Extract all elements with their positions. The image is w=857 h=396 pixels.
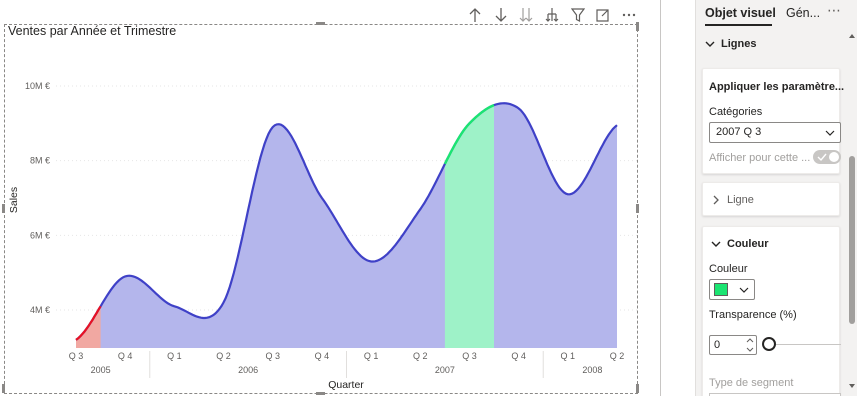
color-picker[interactable] bbox=[709, 279, 755, 300]
categories-dropdown-value: 2007 Q 3 bbox=[716, 126, 762, 138]
scroll-down-icon[interactable] bbox=[848, 382, 856, 390]
ligne-card: Ligne bbox=[702, 182, 840, 216]
tab-general[interactable]: Gén... bbox=[786, 6, 820, 20]
section-lignes-label: Lignes bbox=[721, 38, 757, 50]
categories-dropdown[interactable]: 2007 Q 3 bbox=[709, 122, 841, 143]
pane-scrollbar[interactable] bbox=[848, 30, 856, 396]
active-tab-indicator bbox=[705, 24, 772, 26]
resize-handle-top[interactable] bbox=[316, 22, 325, 25]
chevron-down-icon bbox=[705, 41, 715, 47]
checkmark-icon bbox=[817, 153, 827, 162]
scroll-thumb[interactable] bbox=[849, 156, 855, 324]
more-options-icon[interactable] bbox=[616, 4, 642, 26]
categories-label: Catégories bbox=[709, 106, 763, 118]
transparency-slider-track[interactable] bbox=[769, 344, 841, 345]
chevron-down-icon bbox=[739, 287, 749, 293]
double-arrow-down-icon[interactable] bbox=[513, 4, 539, 26]
toggle-knob bbox=[829, 152, 839, 162]
ligne-section-header[interactable]: Ligne bbox=[709, 193, 754, 207]
resize-handle-bottom-right[interactable] bbox=[636, 384, 639, 393]
couleur-card: Couleur Couleur Transparence (%) 0 Type … bbox=[702, 226, 841, 396]
resize-handle-left[interactable] bbox=[2, 204, 5, 213]
couleur-section-header[interactable]: Couleur bbox=[709, 237, 769, 251]
pane-tabs: Objet visuel Gén... ⋯ bbox=[696, 0, 857, 30]
filter-icon[interactable] bbox=[565, 4, 591, 26]
format-pane: Objet visuel Gén... ⋯ Lignes Appliquer l… bbox=[695, 0, 857, 396]
show-for-series-toggle[interactable] bbox=[813, 150, 841, 164]
apply-settings-card: Appliquer les paramètre... Catégories 20… bbox=[702, 68, 844, 174]
color-swatch bbox=[714, 283, 728, 296]
segment-type-label: Type de segment bbox=[709, 377, 794, 389]
scroll-up-icon[interactable] bbox=[848, 32, 856, 40]
apply-settings-title: Appliquer les paramètre... bbox=[709, 81, 845, 93]
transparency-slider-thumb[interactable] bbox=[762, 337, 776, 351]
resize-handle-bottom[interactable] bbox=[316, 392, 325, 395]
visual-header-toolbar bbox=[462, 4, 642, 26]
expand-hierarchy-icon[interactable] bbox=[539, 4, 565, 26]
report-canvas: 4M €6M €8M €10M € Q 3Q 4Q 1Q 2Q 3Q 4Q 1Q … bbox=[0, 0, 660, 396]
transparency-label: Transparence (%) bbox=[709, 309, 797, 321]
tab-visual[interactable]: Objet visuel bbox=[705, 6, 776, 20]
focus-mode-icon[interactable] bbox=[591, 4, 617, 26]
pane-more-options-icon[interactable]: ⋯ bbox=[824, 2, 844, 22]
transparency-stepper-icon[interactable] bbox=[745, 336, 755, 354]
resize-handle-right[interactable] bbox=[636, 204, 639, 213]
pane-gap bbox=[661, 0, 695, 396]
arrow-down-icon[interactable] bbox=[488, 4, 514, 26]
ligne-label: Ligne bbox=[727, 194, 754, 206]
couleur-label: Couleur bbox=[709, 263, 748, 275]
section-lignes-header[interactable]: Lignes bbox=[703, 34, 843, 54]
chevron-down-icon bbox=[825, 130, 835, 136]
resize-handle-bottom-left[interactable] bbox=[2, 384, 5, 393]
visual-frame[interactable] bbox=[4, 24, 638, 394]
arrow-up-icon[interactable] bbox=[462, 4, 488, 26]
show-for-series-label: Afficher pour cette ... bbox=[709, 152, 811, 164]
couleur-header-label: Couleur bbox=[727, 238, 769, 250]
chevron-down-icon bbox=[711, 241, 721, 247]
chevron-right-icon bbox=[713, 195, 719, 205]
